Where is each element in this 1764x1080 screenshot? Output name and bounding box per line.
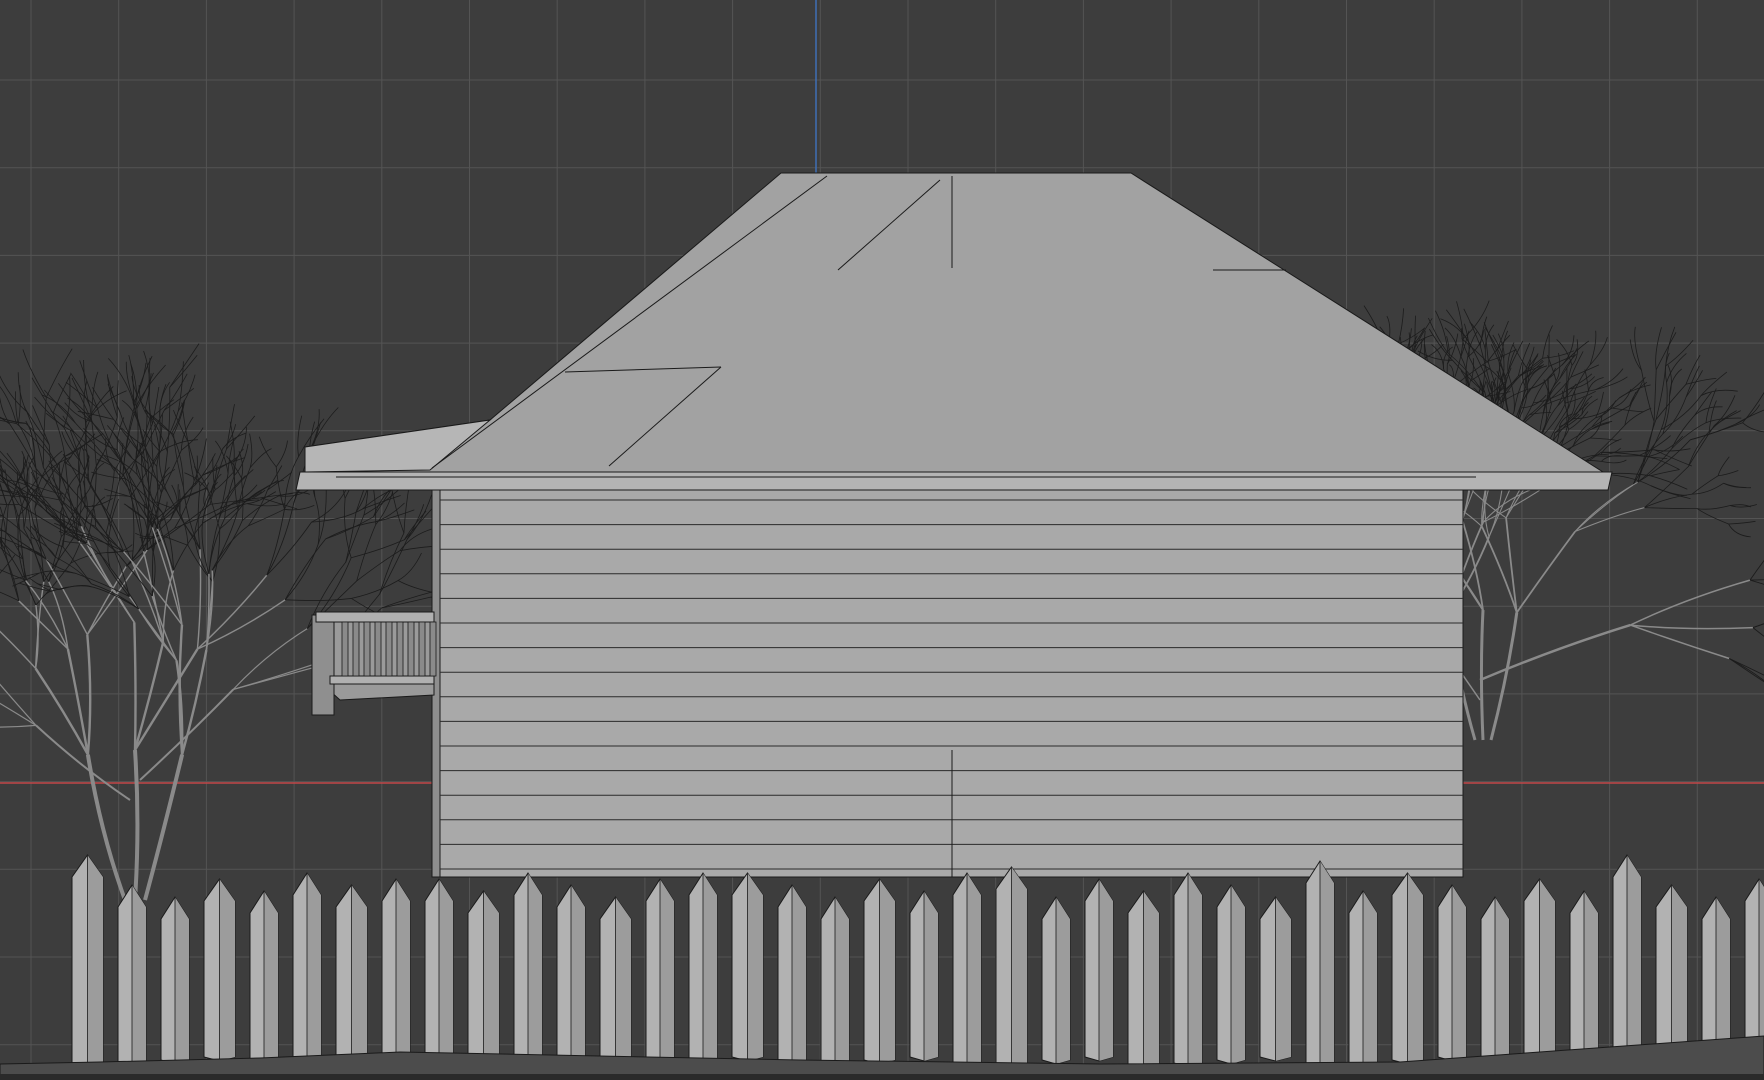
fence-picket-shade xyxy=(1320,861,1334,1070)
fence-picket-shade xyxy=(87,855,103,1070)
baluster xyxy=(418,621,426,677)
fence-picket-shade xyxy=(1099,879,1113,1061)
tree-branch xyxy=(133,622,137,751)
fence-picket-shade xyxy=(571,885,585,1061)
fence-picket-shade xyxy=(835,897,849,1067)
fence-picket-shade xyxy=(1011,867,1027,1067)
fence-picket-shade xyxy=(1584,891,1598,1064)
baluster xyxy=(429,621,437,677)
baluster xyxy=(407,621,415,677)
fence-picket-shade xyxy=(1539,879,1555,1067)
fence-picket-shade xyxy=(703,873,717,1064)
fence-picket-shade xyxy=(1407,873,1423,1064)
fence-picket-shade xyxy=(792,885,806,1070)
fence-picket-shade xyxy=(615,897,631,1070)
railing-balusters xyxy=(341,621,437,677)
3d-viewport[interactable] xyxy=(0,0,1764,1080)
fence-picket-shade xyxy=(1363,891,1377,1067)
baluster xyxy=(385,621,393,677)
baluster xyxy=(341,621,349,677)
fence-picket-shade xyxy=(1231,885,1245,1064)
fence-picket-shade xyxy=(1056,897,1070,1064)
fence-picket-shade xyxy=(747,873,763,1061)
fence-picket-shade xyxy=(1275,897,1291,1061)
fence-picket-shade xyxy=(264,891,278,1070)
fence-picket-shade xyxy=(1188,873,1202,1067)
fence-picket-shade xyxy=(1452,885,1466,1061)
fence-picket-shade xyxy=(396,879,410,1061)
house-walls[interactable] xyxy=(431,481,1464,878)
fence-picket-shade xyxy=(307,873,321,1067)
baluster xyxy=(363,621,371,677)
fence-picket-shade xyxy=(879,879,895,1064)
fence-picket-shade xyxy=(439,879,453,1070)
fence-picket-shade xyxy=(351,885,367,1064)
fence-picket-shade xyxy=(175,897,189,1064)
fence-picket-shade xyxy=(924,891,938,1061)
fence-picket-shade xyxy=(1627,855,1641,1061)
tree-branch xyxy=(1479,609,1485,741)
fence-picket-shade xyxy=(967,873,981,1070)
baluster xyxy=(374,621,382,677)
fence-picket-shade xyxy=(219,879,235,1061)
fence-picket-shade xyxy=(483,891,499,1067)
baluster xyxy=(352,621,360,677)
fence-picket-shade xyxy=(132,885,146,1067)
fence-picket-shade xyxy=(1495,897,1509,1070)
fence-picket-shade xyxy=(528,873,542,1064)
fence-picket-shade xyxy=(1143,891,1159,1070)
baluster xyxy=(396,621,404,677)
fence-picket-shade xyxy=(660,879,674,1067)
